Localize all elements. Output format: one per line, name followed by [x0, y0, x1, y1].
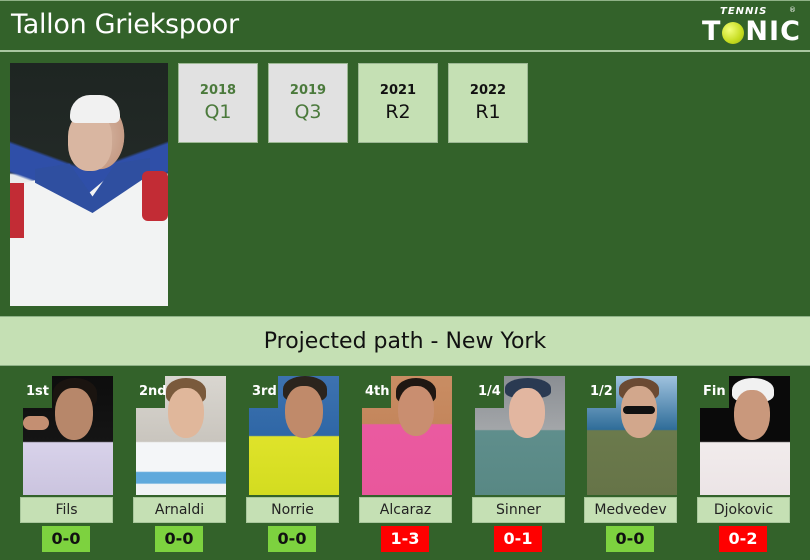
opponent-name: Djokovic	[697, 497, 790, 523]
history-card-2018: 2018 Q1	[178, 63, 258, 143]
opponent-card-alcaraz[interactable]: 4th Alcaraz 1-3	[359, 376, 472, 556]
round-label: 4th	[359, 376, 391, 408]
history-card-2022: 2022 R1	[448, 63, 528, 143]
opponent-name: Sinner	[472, 497, 565, 523]
projected-path-banner: Projected path - New York	[0, 316, 810, 366]
h2h-badge: 0-0	[606, 526, 654, 552]
player-photo	[10, 63, 168, 306]
photo-cap	[70, 95, 120, 123]
round-label: Fin	[697, 376, 729, 408]
logo-brand-left: T	[702, 16, 722, 47]
history-year: 2018	[199, 83, 237, 98]
h2h-badge: 0-2	[719, 526, 767, 552]
round-label: 1st	[20, 376, 52, 408]
opponent-card-fils[interactable]: 1st Fils 0-0	[20, 376, 133, 556]
history-year: 2021	[379, 83, 417, 98]
round-label: 1/4	[472, 376, 504, 408]
photo-sleeve-right	[142, 171, 168, 221]
round-label: 1/2	[584, 376, 616, 408]
logo-brand: T NIC	[702, 16, 801, 47]
h2h-badge: 0-0	[268, 526, 316, 552]
photo-sleeve-left	[10, 183, 24, 238]
h2h-badge: 0-1	[494, 526, 542, 552]
logo-brand-right: NIC	[745, 16, 801, 47]
history-card-2021: 2021 R2	[358, 63, 438, 143]
opponent-name: Fils	[20, 497, 113, 523]
opponent-card-djokovic[interactable]: Fin Djokovic 0-2	[697, 376, 810, 556]
player-name-title: Tallon Griekspoor	[11, 9, 239, 40]
history-result: Q1	[204, 101, 232, 123]
history-year: 2022	[469, 83, 507, 98]
opponent-card-arnaldi[interactable]: 2nd Arnaldi 0-0	[133, 376, 246, 556]
round-label: 3rd	[246, 376, 278, 408]
tennis-tonic-logo[interactable]: TENNIS ® T NIC	[696, 4, 808, 48]
tennis-ball-icon	[722, 21, 745, 44]
history-result: Q3	[294, 101, 322, 123]
opponent-card-medvedev[interactable]: 1/2 Medvedev 0-0	[584, 376, 697, 556]
h2h-badge: 0-0	[42, 526, 90, 552]
opponent-card-norrie[interactable]: 3rd Norrie 0-0	[246, 376, 359, 556]
h2h-badge: 0-0	[155, 526, 203, 552]
opponent-name: Alcaraz	[359, 497, 452, 523]
history-result: R2	[385, 101, 411, 123]
opponent-name: Arnaldi	[133, 497, 226, 523]
opponent-card-sinner[interactable]: 1/4 Sinner 0-1	[472, 376, 585, 556]
registered-mark: ®	[789, 6, 796, 14]
opponent-name: Medvedev	[584, 497, 677, 523]
opponent-name: Norrie	[246, 497, 339, 523]
h2h-badge: 1-3	[381, 526, 429, 552]
history-year: 2019	[289, 83, 327, 98]
round-label: 2nd	[133, 376, 167, 408]
page-frame: Tallon Griekspoor TENNIS ® T NIC 2018 Q1…	[0, 0, 810, 560]
history-result: R1	[475, 101, 501, 123]
history-card-2019: 2019 Q3	[268, 63, 348, 143]
header-divider	[0, 50, 810, 52]
